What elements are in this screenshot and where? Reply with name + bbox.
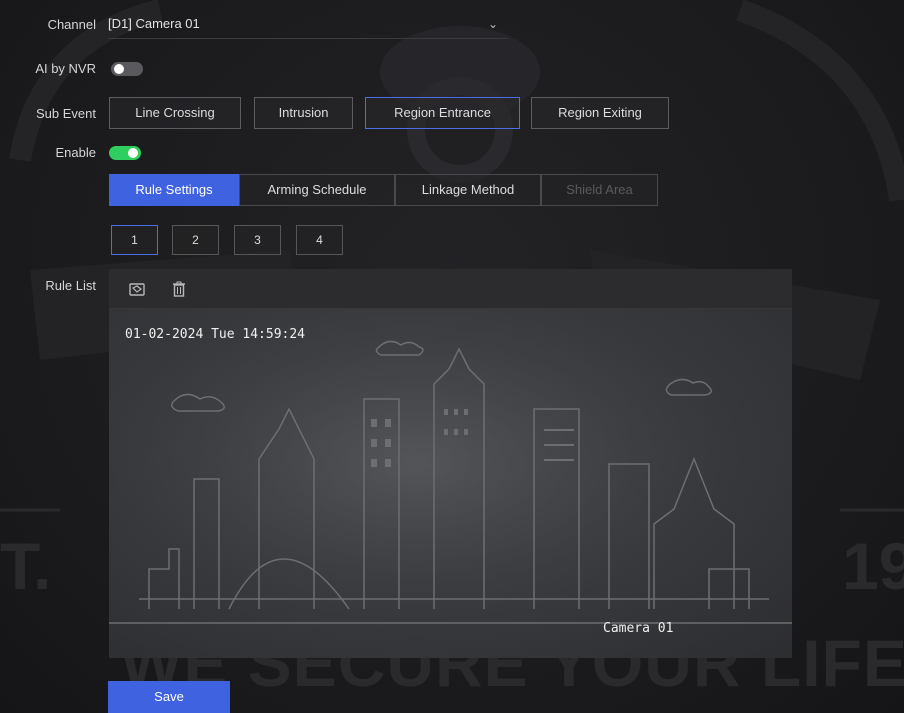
tab-rule-settings[interactable]: Rule Settings (109, 174, 239, 206)
tab-shield-area[interactable]: Shield Area (541, 174, 658, 206)
preview-toolbar (109, 269, 792, 309)
rule-number-4[interactable]: 4 (296, 225, 343, 255)
channel-label: Channel (47, 17, 96, 32)
ai-by-nvr-label: AI by NVR (35, 61, 96, 76)
tab-linkage-method[interactable]: Linkage Method (395, 174, 541, 206)
rule-number-3[interactable]: 3 (234, 225, 281, 255)
chevron-down-icon: ⌄ (487, 17, 498, 31)
osd-timestamp: 01-02-2024 Tue 14:59:24 (125, 327, 306, 342)
rule-number-1[interactable]: 1 (111, 225, 158, 255)
enable-toggle[interactable] (109, 146, 141, 160)
sub-event-region-entrance[interactable]: Region Entrance (365, 97, 520, 129)
toggle-knob (128, 148, 138, 158)
save-button[interactable]: Save (108, 681, 230, 713)
draw-region-icon[interactable] (127, 279, 147, 299)
sub-event-line-crossing[interactable]: Line Crossing (109, 97, 241, 129)
camera-preview[interactable]: 01-02-2024 Tue 14:59:24 Camera 01 (109, 309, 792, 658)
event-settings-page: WE SECURE YOUR LIFE T. 19 Channel [D1] C… (0, 0, 904, 713)
sub-event-region-exiting[interactable]: Region Exiting (531, 97, 669, 129)
sub-event-intrusion[interactable]: Intrusion (254, 97, 353, 129)
sub-event-label: Sub Event (36, 106, 96, 121)
ai-by-nvr-toggle[interactable] (111, 62, 143, 76)
watermark-fragment-right: 19 (842, 529, 904, 603)
channel-value: [D1] Camera 01 (108, 16, 200, 31)
enable-label: Enable (55, 145, 96, 160)
delete-icon[interactable] (169, 279, 189, 299)
city-skyline-image (109, 309, 792, 658)
rule-list-label: Rule List (45, 278, 96, 293)
toggle-knob (114, 64, 124, 74)
watermark-fragment-left: T. (0, 529, 52, 603)
tab-arming-schedule[interactable]: Arming Schedule (239, 174, 395, 206)
channel-select[interactable]: [D1] Camera 01 ⌄ (108, 9, 508, 39)
rule-number-2[interactable]: 2 (172, 225, 219, 255)
osd-camera-name: Camera 01 (603, 621, 674, 636)
